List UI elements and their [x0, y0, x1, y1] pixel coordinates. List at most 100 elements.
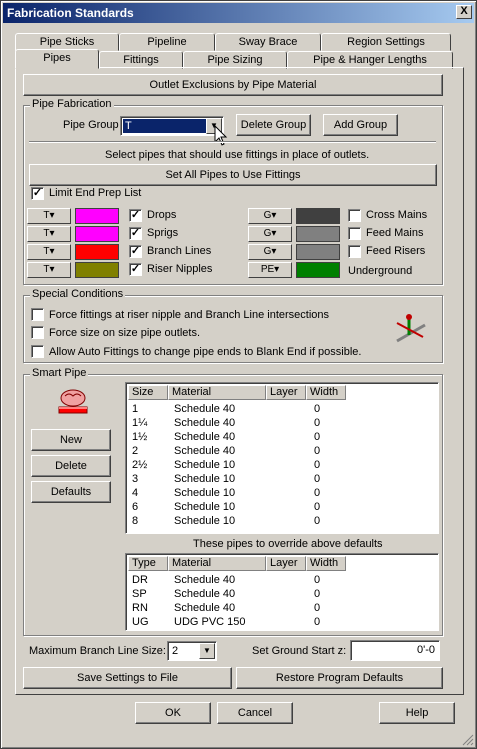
- feed-mains-end-dropdown[interactable]: G▾: [248, 226, 292, 242]
- table-cell: SP: [132, 588, 147, 600]
- drops-end-dropdown[interactable]: T▾: [27, 208, 71, 224]
- table-cell: Schedule 10: [174, 487, 236, 499]
- riser-nipples-end-dropdown[interactable]: T▾: [27, 262, 71, 278]
- table-cell: 2: [132, 445, 139, 457]
- column-header-width[interactable]: Width: [306, 556, 346, 571]
- column-header-type[interactable]: Type: [128, 556, 168, 571]
- divider: [29, 141, 436, 143]
- table-row[interactable]: 8 Schedule 10 0: [128, 514, 428, 528]
- max-branch-line-select[interactable]: 2 ▼: [167, 641, 217, 661]
- tab-pipes[interactable]: Pipes: [15, 49, 99, 69]
- underground-end-dropdown[interactable]: PE▾: [248, 262, 292, 278]
- table-cell: UDG PVC 150: [174, 616, 246, 628]
- table-row[interactable]: 1½ Schedule 40 0: [128, 430, 428, 444]
- underground-color-swatch[interactable]: [296, 262, 340, 278]
- column-header-layer[interactable]: Layer: [266, 385, 306, 400]
- branch-lines-checkbox[interactable]: ✓: [129, 245, 142, 258]
- feed-mains-label: Feed Mains: [366, 227, 424, 239]
- defaults-button[interactable]: Defaults: [31, 481, 111, 503]
- table-cell: 0: [314, 515, 321, 527]
- table-cell: 0: [314, 403, 321, 415]
- add-group-button[interactable]: Add Group: [323, 114, 398, 136]
- column-header-layer[interactable]: Layer: [266, 556, 306, 571]
- dropdown-value: G: [263, 210, 272, 221]
- branch-lines-label: Branch Lines: [147, 245, 212, 257]
- branch-lines-color-swatch[interactable]: [75, 244, 119, 260]
- cancel-button[interactable]: Cancel: [217, 702, 293, 724]
- cross-mains-color-swatch[interactable]: [296, 208, 340, 224]
- sprigs-checkbox[interactable]: ✓: [129, 227, 142, 240]
- table-row[interactable]: SP Schedule 40 0: [128, 587, 428, 601]
- sprigs-color-swatch[interactable]: [75, 226, 119, 242]
- feed-mains-color-swatch[interactable]: [296, 226, 340, 242]
- cross-mains-checkbox[interactable]: [348, 209, 361, 222]
- table-cell: 4: [132, 487, 139, 499]
- table-cell: 2½: [132, 459, 148, 471]
- force-size-checkbox[interactable]: [31, 326, 44, 339]
- table-cell: 1¼: [132, 417, 148, 429]
- column-header-material[interactable]: Material: [168, 385, 266, 400]
- feed-risers-checkbox[interactable]: [348, 245, 361, 258]
- table-row[interactable]: 2½ Schedule 10 0: [128, 458, 428, 472]
- drops-checkbox[interactable]: ✓: [129, 209, 142, 222]
- ground-start-input[interactable]: 0'-0: [350, 640, 440, 661]
- resize-grip-icon[interactable]: [462, 734, 474, 746]
- override-table[interactable]: Type Material Layer Width DR Schedule 40 0…: [125, 553, 439, 631]
- pipe-group-select[interactable]: T ▼: [120, 116, 224, 136]
- allow-auto-fittings-checkbox[interactable]: [31, 345, 44, 358]
- smart-pipe-label: Smart Pipe: [30, 367, 89, 379]
- help-button[interactable]: Help: [379, 702, 455, 724]
- table-row[interactable]: DR Schedule 40 0: [128, 573, 428, 587]
- cross-mains-label: Cross Mains: [366, 209, 428, 221]
- tab-pipeline[interactable]: Pipeline: [119, 33, 215, 51]
- column-header-width[interactable]: Width: [306, 385, 346, 400]
- save-settings-button[interactable]: Save Settings to File: [23, 667, 232, 689]
- delete-group-button[interactable]: Delete Group: [236, 114, 311, 136]
- feed-mains-checkbox[interactable]: [348, 227, 361, 240]
- cross-mains-end-dropdown[interactable]: G▾: [248, 208, 292, 224]
- feed-risers-color-swatch[interactable]: [296, 244, 340, 260]
- tab-sway-brace[interactable]: Sway Brace: [215, 33, 321, 51]
- force-fittings-checkbox[interactable]: [31, 308, 44, 321]
- restore-defaults-button[interactable]: Restore Program Defaults: [236, 667, 443, 689]
- special-conditions-label: Special Conditions: [30, 288, 126, 300]
- table-row[interactable]: UG UDG PVC 150 0: [128, 615, 428, 629]
- override-text: These pipes to override above defaults: [193, 538, 383, 550]
- pipe-group-value: T: [123, 119, 207, 133]
- chevron-down-icon[interactable]: ▼: [199, 643, 215, 659]
- delete-button[interactable]: Delete: [31, 455, 111, 477]
- table-row[interactable]: 6 Schedule 10 0: [128, 500, 428, 514]
- drops-color-swatch[interactable]: [75, 208, 119, 224]
- outlet-exclusions-button[interactable]: Outlet Exclusions by Pipe Material: [23, 74, 443, 96]
- table-row[interactable]: RN Schedule 40 0: [128, 601, 428, 615]
- riser-nipples-checkbox[interactable]: ✓: [129, 263, 142, 276]
- column-header-size[interactable]: Size: [128, 385, 168, 400]
- new-button[interactable]: New: [31, 429, 111, 451]
- table-cell: Schedule 40: [174, 403, 236, 415]
- limit-end-prep-checkbox[interactable]: ✓: [31, 187, 44, 200]
- riser-nipples-color-swatch[interactable]: [75, 262, 119, 278]
- table-cell: Schedule 40: [174, 602, 236, 614]
- set-all-pipes-button[interactable]: Set All Pipes to Use Fittings: [29, 164, 437, 186]
- table-row[interactable]: 1¼ Schedule 40 0: [128, 416, 428, 430]
- smart-pipe-table[interactable]: Size Material Layer Width 1 Schedule 40 0 1…: [125, 382, 439, 534]
- limit-end-prep-label: Limit End Prep List: [49, 187, 142, 199]
- feed-risers-end-dropdown[interactable]: G▾: [248, 244, 292, 260]
- ok-button[interactable]: OK: [135, 702, 211, 724]
- column-header-material[interactable]: Material: [168, 556, 266, 571]
- dropdown-value: T: [43, 228, 50, 239]
- table-cell: Schedule 40: [174, 588, 236, 600]
- table-row[interactable]: 2 Schedule 40 0: [128, 444, 428, 458]
- sprigs-end-dropdown[interactable]: T▾: [27, 226, 71, 242]
- table-row[interactable]: 1 Schedule 40 0: [128, 402, 428, 416]
- select-pipes-text: Select pipes that should use fittings in…: [105, 149, 370, 161]
- close-icon[interactable]: X: [456, 5, 472, 19]
- branch-lines-end-dropdown[interactable]: T▾: [27, 244, 71, 260]
- table-cell: RN: [132, 602, 148, 614]
- max-branch-line-label: Maximum Branch Line Size:: [29, 645, 166, 657]
- smart-pipe-brain-icon: [55, 388, 91, 418]
- pipe-group-label: Pipe Group: [63, 119, 119, 131]
- tab-region-settings[interactable]: Region Settings: [321, 33, 451, 51]
- table-row[interactable]: 3 Schedule 10 0: [128, 472, 428, 486]
- table-row[interactable]: 4 Schedule 10 0: [128, 486, 428, 500]
